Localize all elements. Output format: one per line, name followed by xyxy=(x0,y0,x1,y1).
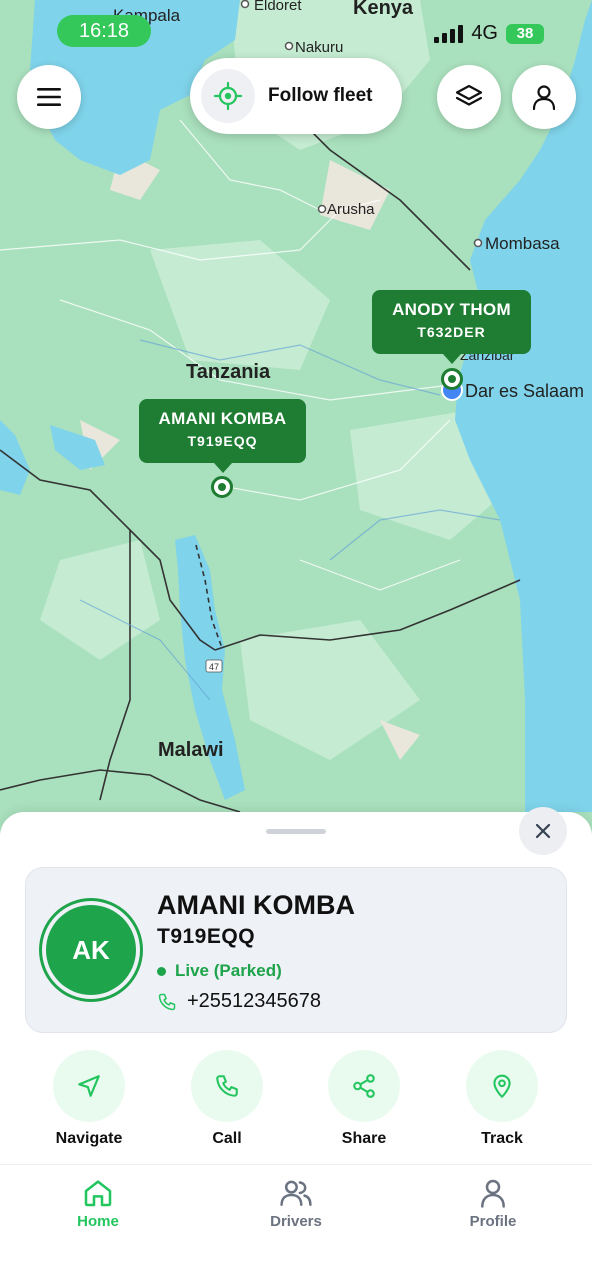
country-label-kenya: Kenya xyxy=(353,0,414,19)
driver-phone[interactable]: +25512345678 xyxy=(157,990,321,1013)
phone-icon xyxy=(216,1075,238,1097)
tab-drivers[interactable]: Drivers xyxy=(236,1175,356,1230)
call-icon-wrap xyxy=(191,1050,263,1122)
country-label-malawi: Malawi xyxy=(158,739,224,761)
status-indicators: 4G 38 xyxy=(434,22,544,45)
marker-driver-name: ANODY THOM xyxy=(392,300,511,319)
vehicle-pin-icon[interactable] xyxy=(211,476,233,498)
city-label-nakuru: Nakuru xyxy=(295,39,343,56)
network-label: 4G xyxy=(471,22,498,44)
close-icon xyxy=(535,823,551,839)
follow-fleet-label: Follow fleet xyxy=(268,85,373,106)
tab-home-label: Home xyxy=(77,1213,119,1230)
battery-icon: 38 xyxy=(506,23,544,44)
marker-plate: T919EQQ xyxy=(187,433,258,449)
status-time: 16:18 xyxy=(57,15,151,47)
vehicle-pin-icon[interactable] xyxy=(441,368,463,390)
tab-profile-label: Profile xyxy=(469,1213,517,1230)
call-label: Call xyxy=(212,1130,242,1147)
hamburger-menu-icon xyxy=(37,88,61,106)
location-pin-icon xyxy=(493,1074,511,1098)
city-label-mombasa: Mombasa xyxy=(485,234,560,253)
marker-driver-name: AMANI KOMBA xyxy=(158,409,287,428)
route-shield-label: 47 xyxy=(209,662,219,672)
sheet-drag-handle[interactable] xyxy=(266,829,326,834)
vehicle-marker-label[interactable]: AMANI KOMBA T919EQQ xyxy=(139,399,306,473)
layers-icon xyxy=(455,84,483,106)
live-dot-icon xyxy=(157,966,166,976)
share-icon xyxy=(353,1074,375,1098)
call-button[interactable]: Call xyxy=(172,1050,282,1148)
share-label: Share xyxy=(341,1130,387,1147)
driver-info-card: AK AMANI KOMBA T919EQQ Live (Parked) +25… xyxy=(25,867,567,1033)
country-label-tanzania: Tanzania xyxy=(186,361,271,383)
driver-name: AMANI KOMBA xyxy=(157,890,355,920)
navigate-label: Navigate xyxy=(55,1130,123,1147)
city-label-eldoret: Eldoret xyxy=(254,0,302,14)
layers-button[interactable] xyxy=(437,65,501,129)
city-label-dar-es-salaam: Dar es Salaam xyxy=(465,381,584,401)
quick-actions: Navigate Call Share Track xyxy=(0,1050,592,1162)
close-sheet-button[interactable] xyxy=(519,807,567,855)
driver-bottom-sheet: AK AMANI KOMBA T919EQQ Live (Parked) +25… xyxy=(0,807,592,1281)
vehicle-plate: T919EQQ xyxy=(157,925,256,948)
share-button[interactable]: Share xyxy=(309,1050,419,1148)
phone-icon xyxy=(158,993,176,1010)
tab-profile[interactable]: Profile xyxy=(433,1175,553,1230)
share-icon-wrap xyxy=(328,1050,400,1122)
status-badge: Live (Parked) xyxy=(157,961,282,981)
track-button[interactable]: Track xyxy=(447,1050,557,1148)
marker-plate: T632DER xyxy=(417,324,486,340)
user-icon xyxy=(532,85,556,111)
signal-icon xyxy=(434,24,464,43)
crosshair-icon xyxy=(201,69,255,123)
follow-fleet-button[interactable]: Follow fleet xyxy=(190,58,402,134)
track-label: Track xyxy=(481,1130,523,1147)
phone-number: +25512345678 xyxy=(187,990,322,1012)
navigate-button[interactable]: Navigate xyxy=(34,1050,144,1148)
status-text: Live (Parked) xyxy=(175,961,282,980)
user-icon xyxy=(481,1179,505,1208)
users-icon xyxy=(280,1180,312,1207)
navigate-arrow-icon xyxy=(78,1075,100,1097)
avatar: AK xyxy=(46,905,136,995)
account-button[interactable] xyxy=(512,65,576,129)
tab-home[interactable]: Home xyxy=(38,1175,158,1230)
tab-drivers-label: Drivers xyxy=(270,1213,322,1230)
battery-level: 38 xyxy=(516,25,534,42)
home-icon xyxy=(84,1180,112,1207)
city-label-arusha: Arusha xyxy=(327,201,375,218)
bottom-tab-bar: Home Drivers Profile xyxy=(0,1164,592,1281)
navigate-icon-wrap xyxy=(53,1050,125,1122)
menu-button[interactable] xyxy=(17,65,81,129)
track-icon-wrap xyxy=(466,1050,538,1122)
vehicle-marker-label[interactable]: ANODY THOM T632DER xyxy=(372,290,531,364)
